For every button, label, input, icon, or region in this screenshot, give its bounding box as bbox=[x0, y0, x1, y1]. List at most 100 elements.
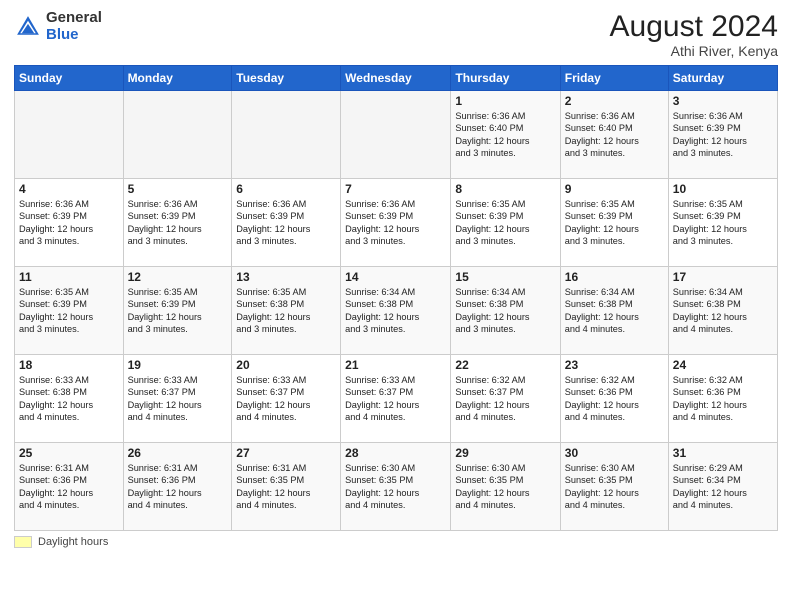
day-number: 20 bbox=[236, 358, 336, 372]
day-detail: Sunrise: 6:36 AM Sunset: 6:39 PM Dayligh… bbox=[236, 198, 336, 248]
day-number: 5 bbox=[128, 182, 228, 196]
logo-blue: Blue bbox=[46, 26, 79, 43]
weekday-header-wednesday: Wednesday bbox=[341, 66, 451, 91]
day-detail: Sunrise: 6:32 AM Sunset: 6:36 PM Dayligh… bbox=[565, 374, 664, 424]
day-number: 6 bbox=[236, 182, 336, 196]
calendar-cell: 23Sunrise: 6:32 AM Sunset: 6:36 PM Dayli… bbox=[560, 355, 668, 443]
calendar-cell: 14Sunrise: 6:34 AM Sunset: 6:38 PM Dayli… bbox=[341, 267, 451, 355]
logo-icon bbox=[14, 13, 42, 41]
logo-general: General bbox=[46, 9, 102, 26]
day-number: 3 bbox=[673, 94, 773, 108]
calendar-week-2: 4Sunrise: 6:36 AM Sunset: 6:39 PM Daylig… bbox=[15, 179, 778, 267]
day-detail: Sunrise: 6:35 AM Sunset: 6:39 PM Dayligh… bbox=[565, 198, 664, 248]
day-number: 1 bbox=[455, 94, 555, 108]
calendar-cell: 22 Sunrise: 6:32 AM Sunset: 6:37 PM Dayli… bbox=[451, 355, 560, 443]
calendar-cell: 13 Sunrise: 6:35 AM Sunset: 6:38 PM Dayli… bbox=[232, 267, 341, 355]
day-number: 27 bbox=[236, 446, 336, 460]
calendar-cell bbox=[15, 91, 124, 179]
calendar-cell: 30 Sunrise: 6:30 AM Sunset: 6:35 PM Dayli… bbox=[560, 443, 668, 531]
header: General Blue August 2024 Athi River, Ken… bbox=[14, 10, 778, 59]
calendar-cell: 3 Sunrise: 6:36 AM Sunset: 6:39 PM Daylig… bbox=[668, 91, 777, 179]
day-detail: Sunrise: 6:34 AM Sunset: 6:38 PM Dayligh… bbox=[565, 286, 664, 336]
day-number: 24 bbox=[673, 358, 773, 372]
day-detail: Sunrise: 6:33 AM Sunset: 6:38 PM Dayligh… bbox=[19, 374, 119, 424]
day-detail: Sunrise: 6:34 AM Sunset: 6:38 PM Dayligh… bbox=[673, 286, 773, 336]
day-detail: Sunrise: 6:36 AM Sunset: 6:40 PM Dayligh… bbox=[455, 110, 555, 160]
calendar-cell: 9 Sunrise: 6:35 AM Sunset: 6:39 PM Daylig… bbox=[560, 179, 668, 267]
calendar-cell: 8 Sunrise: 6:35 AM Sunset: 6:39 PM Daylig… bbox=[451, 179, 560, 267]
day-number: 21 bbox=[345, 358, 446, 372]
title-block: August 2024 Athi River, Kenya bbox=[610, 10, 778, 59]
calendar-cell: 26 Sunrise: 6:31 AM Sunset: 6:36 PM Dayli… bbox=[123, 443, 232, 531]
day-number: 15 bbox=[455, 270, 555, 284]
calendar-cell: 6 Sunrise: 6:36 AM Sunset: 6:39 PM Daylig… bbox=[232, 179, 341, 267]
day-number: 12 bbox=[128, 270, 228, 284]
calendar-cell bbox=[123, 91, 232, 179]
daylight-box-icon bbox=[14, 536, 32, 548]
calendar-cell: 20Sunrise: 6:33 AM Sunset: 6:37 PM Dayli… bbox=[232, 355, 341, 443]
calendar-cell: 28 Sunrise: 6:30 AM Sunset: 6:35 PM Dayli… bbox=[341, 443, 451, 531]
day-number: 8 bbox=[455, 182, 555, 196]
calendar-cell: 4Sunrise: 6:36 AM Sunset: 6:39 PM Daylig… bbox=[15, 179, 124, 267]
day-number: 9 bbox=[565, 182, 664, 196]
day-detail: Sunrise: 6:32 AM Sunset: 6:37 PM Dayligh… bbox=[455, 374, 555, 424]
logo-text: General Blue bbox=[46, 10, 102, 43]
day-number: 26 bbox=[128, 446, 228, 460]
day-detail: Sunrise: 6:29 AM Sunset: 6:34 PM Dayligh… bbox=[673, 462, 773, 512]
day-number: 7 bbox=[345, 182, 446, 196]
footer: Daylight hours bbox=[14, 536, 778, 548]
location: Athi River, Kenya bbox=[610, 43, 778, 59]
month-year: August 2024 bbox=[610, 10, 778, 43]
calendar-cell: 18Sunrise: 6:33 AM Sunset: 6:38 PM Dayli… bbox=[15, 355, 124, 443]
day-detail: Sunrise: 6:35 AM Sunset: 6:39 PM Dayligh… bbox=[455, 198, 555, 248]
calendar-cell: 29Sunrise: 6:30 AM Sunset: 6:35 PM Dayli… bbox=[451, 443, 560, 531]
day-number: 11 bbox=[19, 270, 119, 284]
day-detail: Sunrise: 6:36 AM Sunset: 6:39 PM Dayligh… bbox=[345, 198, 446, 248]
weekday-header-monday: Monday bbox=[123, 66, 232, 91]
day-detail: Sunrise: 6:32 AM Sunset: 6:36 PM Dayligh… bbox=[673, 374, 773, 424]
day-number: 13 bbox=[236, 270, 336, 284]
weekday-header-tuesday: Tuesday bbox=[232, 66, 341, 91]
weekday-header-sunday: Sunday bbox=[15, 66, 124, 91]
calendar-cell bbox=[232, 91, 341, 179]
calendar-body: 1 Sunrise: 6:36 AM Sunset: 6:40 PM Daylig… bbox=[15, 91, 778, 531]
day-detail: Sunrise: 6:35 AM Sunset: 6:39 PM Dayligh… bbox=[128, 286, 228, 336]
day-detail: Sunrise: 6:36 AM Sunset: 6:39 PM Dayligh… bbox=[673, 110, 773, 160]
day-number: 30 bbox=[565, 446, 664, 460]
calendar-week-4: 18Sunrise: 6:33 AM Sunset: 6:38 PM Dayli… bbox=[15, 355, 778, 443]
day-detail: Sunrise: 6:35 AM Sunset: 6:38 PM Dayligh… bbox=[236, 286, 336, 336]
calendar-cell: 1 Sunrise: 6:36 AM Sunset: 6:40 PM Daylig… bbox=[451, 91, 560, 179]
calendar-cell: 7 Sunrise: 6:36 AM Sunset: 6:39 PM Daylig… bbox=[341, 179, 451, 267]
day-number: 10 bbox=[673, 182, 773, 196]
calendar-cell: 11Sunrise: 6:35 AM Sunset: 6:39 PM Dayli… bbox=[15, 267, 124, 355]
calendar-cell: 21 Sunrise: 6:33 AM Sunset: 6:37 PM Dayli… bbox=[341, 355, 451, 443]
calendar-cell: 10 Sunrise: 6:35 AM Sunset: 6:39 PM Dayli… bbox=[668, 179, 777, 267]
day-detail: Sunrise: 6:36 AM Sunset: 6:40 PM Dayligh… bbox=[565, 110, 664, 160]
daylight-label: Daylight hours bbox=[38, 536, 108, 548]
page: General Blue August 2024 Athi River, Ken… bbox=[0, 0, 792, 612]
logo: General Blue bbox=[14, 10, 102, 43]
day-number: 31 bbox=[673, 446, 773, 460]
day-detail: Sunrise: 6:31 AM Sunset: 6:35 PM Dayligh… bbox=[236, 462, 336, 512]
calendar-cell: 31 Sunrise: 6:29 AM Sunset: 6:34 PM Dayli… bbox=[668, 443, 777, 531]
calendar-cell: 12 Sunrise: 6:35 AM Sunset: 6:39 PM Dayli… bbox=[123, 267, 232, 355]
day-detail: Sunrise: 6:33 AM Sunset: 6:37 PM Dayligh… bbox=[345, 374, 446, 424]
day-number: 16 bbox=[565, 270, 664, 284]
day-detail: Sunrise: 6:34 AM Sunset: 6:38 PM Dayligh… bbox=[455, 286, 555, 336]
calendar-cell: 24 Sunrise: 6:32 AM Sunset: 6:36 PM Dayli… bbox=[668, 355, 777, 443]
day-detail: Sunrise: 6:33 AM Sunset: 6:37 PM Dayligh… bbox=[128, 374, 228, 424]
day-detail: Sunrise: 6:30 AM Sunset: 6:35 PM Dayligh… bbox=[565, 462, 664, 512]
day-detail: Sunrise: 6:30 AM Sunset: 6:35 PM Dayligh… bbox=[345, 462, 446, 512]
day-number: 28 bbox=[345, 446, 446, 460]
weekday-header-row: SundayMondayTuesdayWednesdayThursdayFrid… bbox=[15, 66, 778, 91]
day-detail: Sunrise: 6:34 AM Sunset: 6:38 PM Dayligh… bbox=[345, 286, 446, 336]
calendar-week-5: 25Sunrise: 6:31 AM Sunset: 6:36 PM Dayli… bbox=[15, 443, 778, 531]
day-number: 22 bbox=[455, 358, 555, 372]
day-detail: Sunrise: 6:35 AM Sunset: 6:39 PM Dayligh… bbox=[673, 198, 773, 248]
day-number: 2 bbox=[565, 94, 664, 108]
day-detail: Sunrise: 6:31 AM Sunset: 6:36 PM Dayligh… bbox=[128, 462, 228, 512]
calendar-cell: 16 Sunrise: 6:34 AM Sunset: 6:38 PM Dayli… bbox=[560, 267, 668, 355]
calendar-cell: 2 Sunrise: 6:36 AM Sunset: 6:40 PM Daylig… bbox=[560, 91, 668, 179]
calendar-cell: 19Sunrise: 6:33 AM Sunset: 6:37 PM Dayli… bbox=[123, 355, 232, 443]
calendar-week-3: 11 Sunrise: 6:35 AM Sunset: 6:39 PM Dayli… bbox=[15, 267, 778, 355]
